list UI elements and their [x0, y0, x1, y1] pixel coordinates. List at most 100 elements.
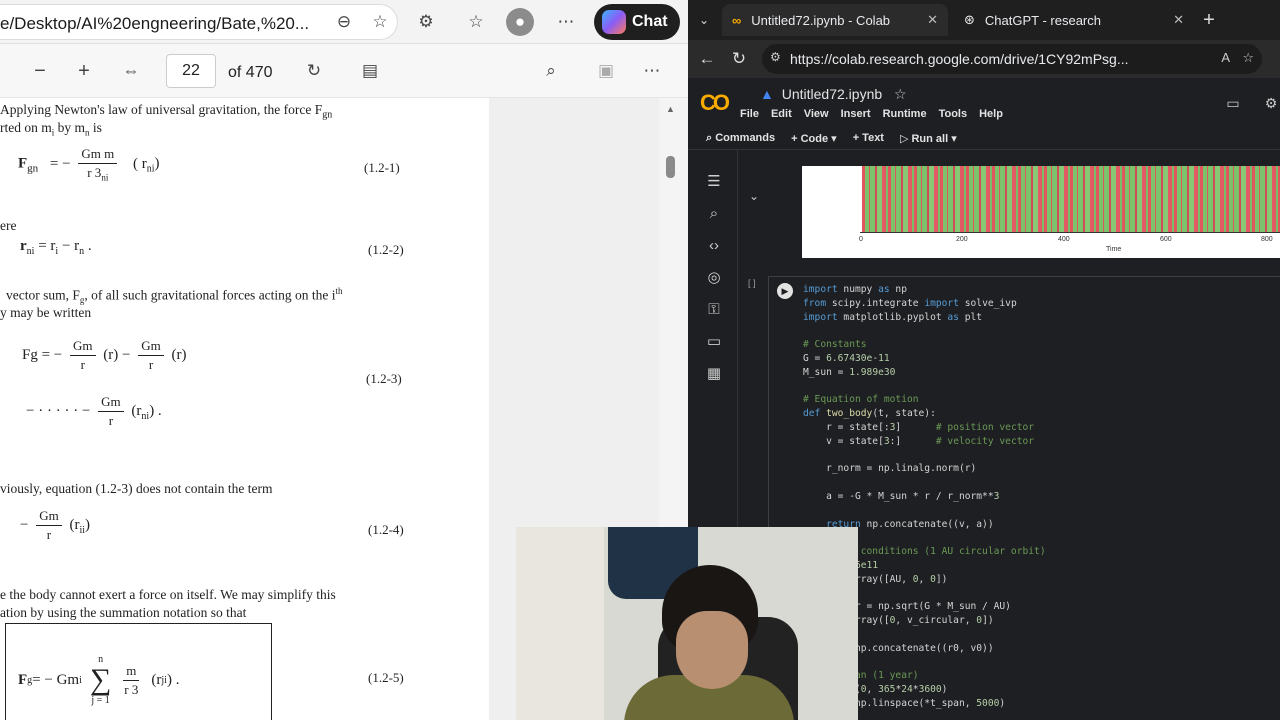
chatgpt-favicon-icon: ⊛	[964, 12, 975, 27]
chat-label: Chat	[632, 13, 668, 30]
x-tick-label: 600	[1160, 236, 1172, 243]
reload-icon[interactable]: ↻	[728, 48, 750, 70]
x-tick-label: 0	[859, 236, 863, 243]
scrollbar-thumb[interactable]	[666, 156, 675, 178]
scroll-up-icon[interactable]: ▲	[666, 104, 675, 114]
extensions-icon[interactable]: ⚙	[414, 10, 438, 34]
add-text-button[interactable]: + Text	[853, 132, 884, 145]
equation-number: (1.2-3)	[366, 371, 402, 386]
equation-number: (1.2-5)	[368, 670, 404, 685]
pdf-toolbar: − + ⇔ 22 of 470 ↻ ▤ ⌕ ▣ ⋯	[0, 44, 688, 98]
pdf-line: vector sum, Fg, of all such gravitationa…	[6, 286, 343, 306]
find-icon[interactable]: ⌕	[705, 204, 723, 222]
menu-edit[interactable]: Edit	[771, 108, 792, 120]
plot-output: 0 200 400 600 800 Time	[802, 166, 1280, 258]
navigation-bar: ← ↻ ⚙ https://colab.research.google.com/…	[688, 40, 1280, 78]
notebook-title[interactable]: ▲ Untitled72.ipynb ☆	[760, 86, 907, 103]
colab-logo: CO	[700, 90, 730, 115]
variables-icon[interactable]: ◎	[705, 268, 723, 286]
zoom-in-icon[interactable]: +	[72, 59, 96, 83]
address-bar[interactable]: ⚙ https://colab.research.google.com/driv…	[762, 44, 1262, 74]
pdf-line: e the body cannot exert a force on itsel…	[0, 587, 336, 602]
menu-file[interactable]: File	[740, 108, 759, 120]
run-cell-icon[interactable]: ▶	[777, 283, 793, 299]
comments-icon[interactable]: ▭	[1224, 94, 1242, 112]
address-bar-area: e/Desktop/AI%20engneering/Bate,%20... ⊖ …	[0, 0, 688, 44]
save-icon[interactable]: ▣	[594, 59, 618, 83]
x-tick-label: 800	[1261, 236, 1273, 243]
pdf-line: y may be written	[0, 305, 92, 320]
close-tab-icon[interactable]: ✕	[927, 12, 938, 28]
webcam-background-door	[516, 527, 604, 720]
url-text: https://colab.research.google.com/drive/…	[790, 51, 1129, 67]
cell-execution-count: [ ]	[748, 278, 756, 288]
pdf-line: ere	[0, 218, 17, 233]
collapse-output-icon[interactable]: ⌄	[746, 188, 762, 204]
run-all-button[interactable]: ▷ Run all ▾	[900, 132, 957, 145]
equation-number: (1.2-4)	[368, 522, 404, 537]
menu-insert[interactable]: Insert	[841, 108, 871, 120]
menu-tools[interactable]: Tools	[939, 108, 968, 120]
x-axis	[860, 232, 1280, 233]
new-tab-icon[interactable]: +	[1198, 9, 1220, 31]
menu-runtime[interactable]: Runtime	[883, 108, 927, 120]
site-info-icon[interactable]: ⚙	[770, 50, 781, 64]
equation-number: (1.2-2)	[368, 242, 404, 257]
pdf-line: Applying Newton's law of universal gravi…	[0, 102, 333, 121]
rotate-icon[interactable]: ↻	[302, 59, 326, 83]
favorites-icon[interactable]: ☆	[464, 10, 488, 34]
close-tab-icon[interactable]: ✕	[1173, 12, 1184, 28]
menu-help[interactable]: Help	[979, 108, 1003, 120]
equation-1-2-1: Fgn = − Gm mr 3ni ( rni)	[18, 146, 160, 183]
read-aloud-icon[interactable]: A	[1221, 50, 1230, 65]
pdf-page: Applying Newton's law of universal gravi…	[0, 98, 489, 720]
page-view-icon[interactable]: ▤	[358, 59, 382, 83]
colab-header: CO ▲ Untitled72.ipynb ☆ File Edit View I…	[688, 78, 1280, 150]
star-icon[interactable]: ☆	[894, 86, 907, 102]
url-text: e/Desktop/AI%20engneering/Bate,%20...	[0, 14, 310, 33]
more-options-icon[interactable]: ⋯	[640, 59, 664, 83]
bookmark-star-icon[interactable]: ☆	[1242, 50, 1254, 66]
settings-gear-icon[interactable]: ⚙	[1262, 94, 1280, 112]
favorite-star-icon[interactable]: ☆	[368, 10, 392, 34]
secrets-key-icon[interactable]: ⚿	[705, 300, 723, 318]
zoom-out-icon[interactable]: −	[28, 59, 52, 83]
tab-chatgpt[interactable]: ⊛ ChatGPT - research ✕	[954, 4, 1194, 36]
table-of-contents-icon[interactable]: ☰	[705, 172, 723, 190]
menu-view[interactable]: View	[804, 108, 829, 120]
pdf-line: ation by using the summation notation so…	[0, 605, 247, 620]
pdf-line: viously, equation (1.2-3) does not conta…	[0, 481, 273, 496]
add-code-button[interactable]: + Code ▾	[791, 132, 837, 145]
zoom-icon[interactable]: ⊖	[332, 10, 356, 34]
page-count: of 470	[228, 64, 273, 81]
equation-1-2-3-continued: − · · · · · − Gm r (rni) .	[26, 394, 162, 428]
tab-strip: ⌄ ∞ Untitled72.ipynb - Colab ✕ ⊛ ChatGPT…	[688, 0, 1280, 40]
profile-avatar-icon[interactable]: ●	[506, 8, 534, 36]
x-tick-label: 200	[956, 236, 968, 243]
equation-1-2-5: Fg = − Gm i n ∑ j = 1 mr 3 (r ji) .	[18, 654, 180, 706]
copilot-chat-button[interactable]: Chat	[594, 4, 680, 40]
equation-1-2-3: Fg = − Gm r (r) − Gm r (r)	[22, 338, 187, 372]
x-tick-label: 400	[1058, 236, 1070, 243]
webcam-person-face	[676, 611, 748, 689]
terminal-table-icon[interactable]: ▦	[705, 364, 723, 382]
copilot-icon	[602, 10, 626, 34]
files-folder-icon[interactable]: ▭	[705, 332, 723, 350]
back-icon[interactable]: ←	[696, 48, 718, 70]
tab-search-chevron-icon[interactable]: ⌄	[694, 10, 714, 30]
webcam-overlay	[516, 527, 858, 720]
pdf-line: rted on mi by mn is	[0, 120, 102, 138]
more-menu-icon[interactable]: ⋯	[554, 10, 578, 34]
code-snippets-icon[interactable]: ‹›	[705, 236, 723, 254]
drive-icon: ▲	[760, 86, 774, 102]
fit-page-icon[interactable]: ⇔	[119, 59, 143, 83]
notebook-toolbar: ⌕ Commands + Code ▾ + Text ▷ Run all ▾	[706, 132, 957, 145]
search-icon[interactable]: ⌕	[539, 59, 563, 83]
tab-label: ChatGPT - research	[984, 12, 1101, 28]
colab-favicon-icon: ∞	[732, 12, 742, 28]
page-number-input[interactable]: 22	[166, 54, 216, 88]
state-timeline-bars	[862, 166, 1280, 232]
tab-colab[interactable]: ∞ Untitled72.ipynb - Colab ✕	[722, 4, 948, 36]
commands-button[interactable]: ⌕ Commands	[706, 132, 775, 145]
equation-number: (1.2-1)	[364, 160, 400, 175]
